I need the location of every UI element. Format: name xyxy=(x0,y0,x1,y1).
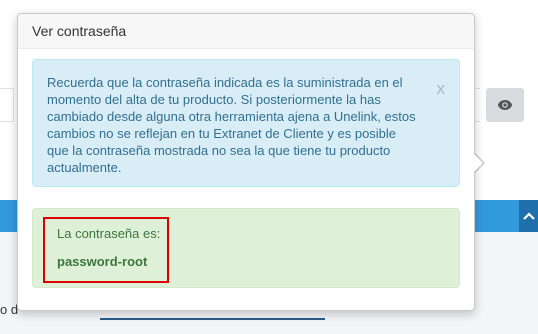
password-value: password-root xyxy=(57,254,148,269)
password-highlight-box: La contraseña es: password-root xyxy=(43,217,169,283)
popover-arrow-inner xyxy=(473,153,483,173)
info-message: Recuerda que la contraseña indicada es l… xyxy=(47,75,416,175)
popover-title: Ver contraseña xyxy=(32,23,127,39)
password-popover: Ver contraseña Recuerda que la contraseñ… xyxy=(17,13,475,311)
info-alert: Recuerda que la contraseña indicada es l… xyxy=(32,59,460,187)
background-underline xyxy=(100,318,325,320)
password-label: La contraseña es: xyxy=(57,226,161,241)
chevron-up-icon xyxy=(522,212,535,220)
password-alert: La contraseña es: password-root xyxy=(32,208,460,288)
background-input-left xyxy=(0,88,14,122)
background-text-fragment: o d xyxy=(0,302,19,317)
scroll-up-button[interactable] xyxy=(519,200,538,232)
eye-icon xyxy=(497,100,513,110)
show-password-button[interactable] xyxy=(486,88,524,122)
popover-header: Ver contraseña xyxy=(18,14,474,49)
background-blue-bar-left xyxy=(0,200,18,232)
close-icon[interactable]: x xyxy=(437,79,446,99)
